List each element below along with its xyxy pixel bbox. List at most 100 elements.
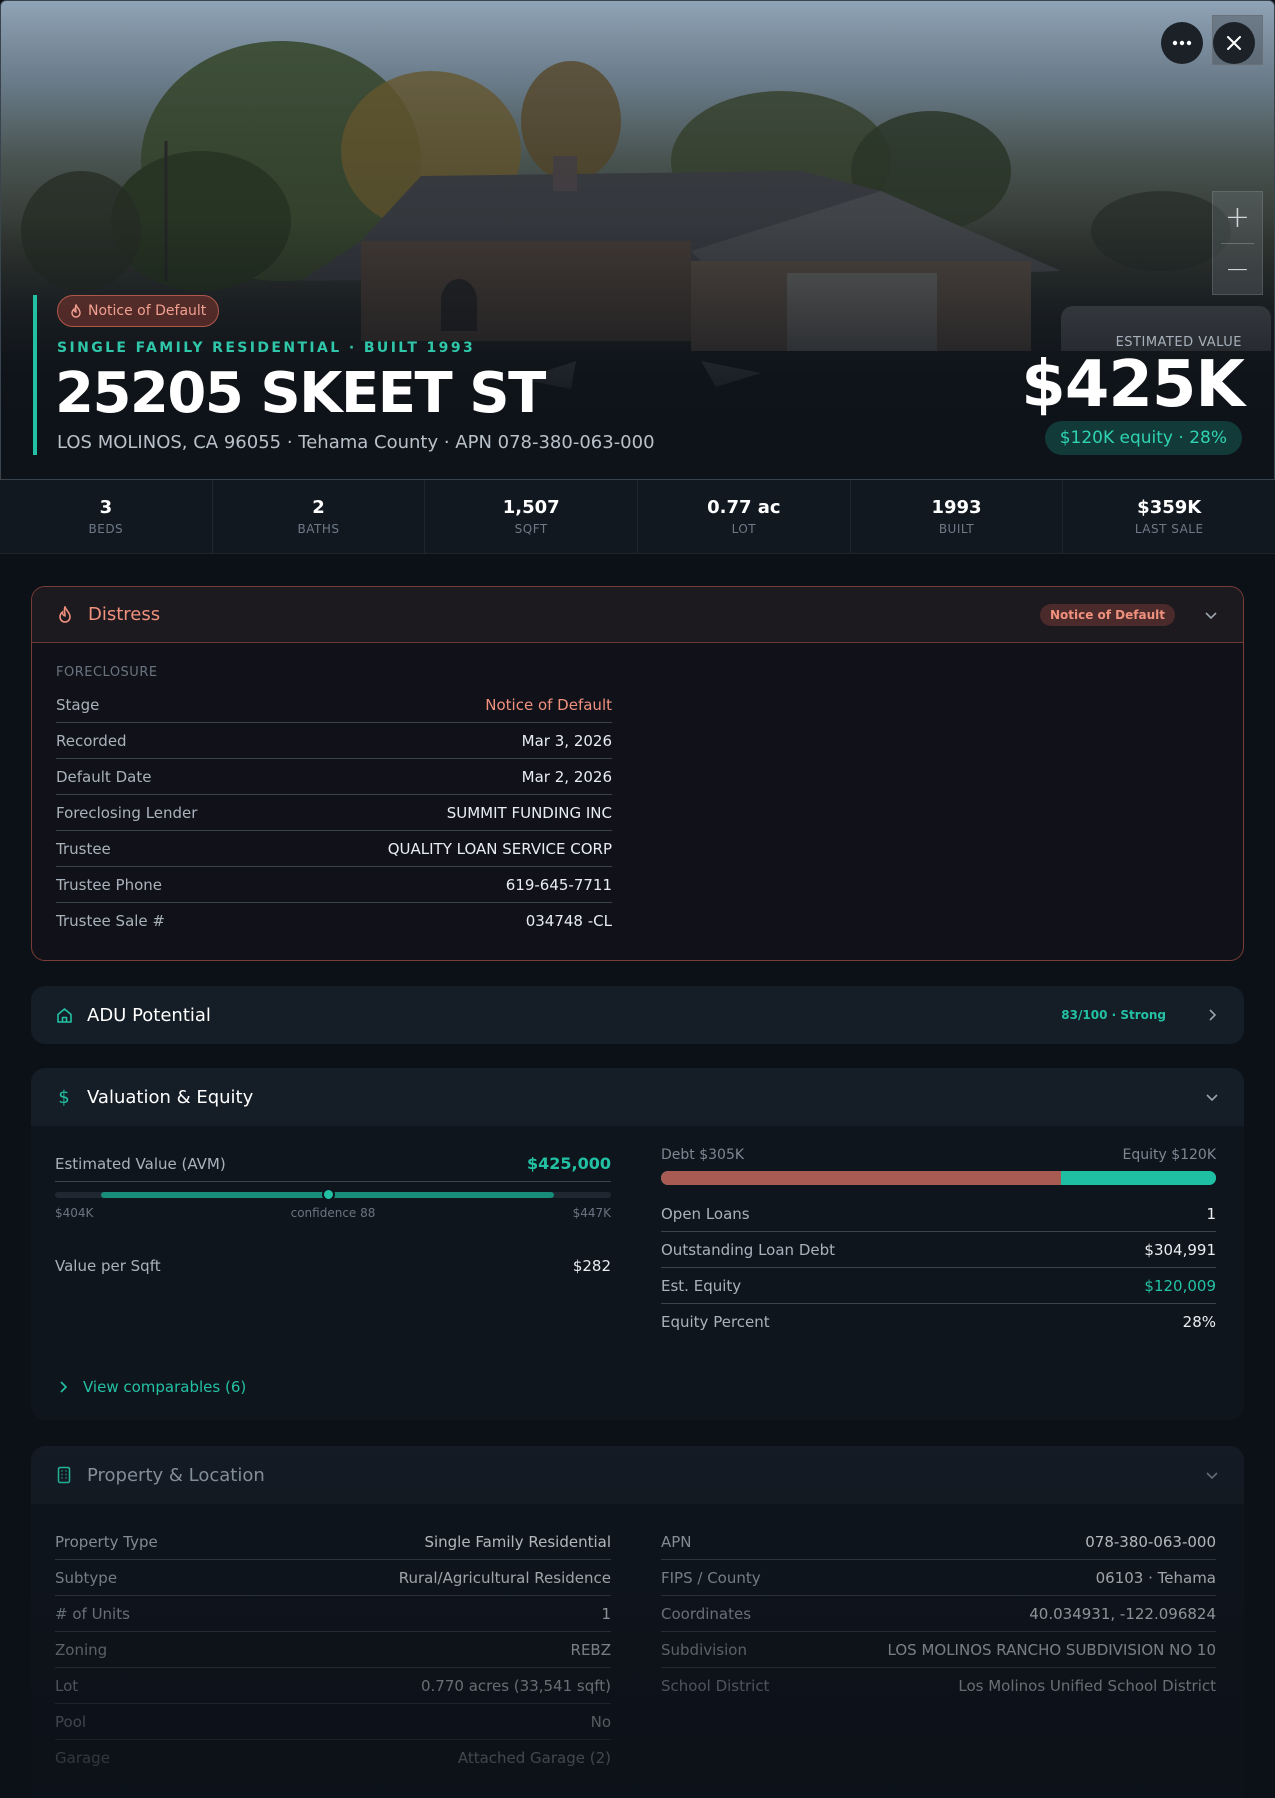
property-row: Subtype Rural/Agricultural Residence [55, 1560, 611, 1596]
loan-row-equity-percent: Equity Percent 28% [661, 1304, 1216, 1340]
zoom-out-button[interactable]: − [1213, 244, 1262, 295]
dollar-icon: $ [58, 1086, 70, 1108]
stat-label: SQFT [514, 522, 548, 536]
property-row: # of Units 1 [55, 1596, 611, 1632]
chevron-down-icon[interactable] [1204, 1467, 1220, 1483]
view-comparables-text: View comparables (6) [83, 1378, 247, 1396]
property-label: Subdivision [661, 1640, 747, 1659]
home-icon [55, 1006, 73, 1024]
value-per-sqft-value: $282 [572, 1257, 611, 1275]
property-label: Lot [55, 1676, 79, 1695]
value-per-sqft-label: Value per Sqft [55, 1257, 161, 1275]
property-subline: SINGLE FAMILY RESIDENTIAL · BUILT 1993 [57, 340, 476, 356]
equity-label: Equity $120K [1122, 1147, 1216, 1163]
adu-potential-section[interactable]: ADU Potential 83/100 · Strong [31, 986, 1244, 1044]
close-button[interactable] [1213, 22, 1255, 64]
property-row: FIPS / County 06103 · Tehama [661, 1560, 1216, 1596]
property-header[interactable]: Property & Location [31, 1446, 1244, 1504]
detail-row-recorded: Recorded Mar 3, 2026 [56, 723, 612, 759]
valuation-header[interactable]: $ Valuation & Equity [31, 1068, 1244, 1126]
property-value: Los Molinos Unified School District [958, 1677, 1216, 1695]
detail-value: SUMMIT FUNDING INC [446, 803, 612, 822]
detail-label: Trustee Sale # [56, 912, 165, 930]
property-row: Coordinates 40.034931, -122.096824 [661, 1596, 1216, 1632]
distress-header[interactable]: Distress Notice of Default [32, 587, 1243, 643]
detail-row-trustee-phone: Trustee Phone 619-645-7711 [56, 867, 612, 903]
property-value: 1 [601, 1604, 611, 1623]
stat-value: $359K [1137, 497, 1202, 518]
adu-header[interactable]: ADU Potential 83/100 · Strong [31, 986, 1244, 1044]
detail-value: QUALITY LOAN SERVICE CORP [387, 839, 612, 858]
property-row: Zoning REBZ [55, 1632, 611, 1668]
detail-value: 619-645-7711 [505, 875, 612, 894]
distress-section: Distress Notice of Default FORECLOSURE S… [31, 586, 1244, 961]
stat-label: BEDS [88, 522, 124, 536]
estimated-value: $425K [1021, 348, 1245, 422]
stat-lot: 0.77 ac LOT [638, 480, 851, 553]
view-comparables-link[interactable]: View comparables (6) [59, 1378, 246, 1396]
loan-value: 1 [1206, 1204, 1216, 1223]
property-value: LOS MOLINOS RANCHO SUBDIVISION NO 10 [887, 1640, 1216, 1659]
loan-label: Est. Equity [661, 1276, 742, 1295]
property-label: FIPS / County [661, 1568, 761, 1587]
stat-baths: 2 BATHS [213, 480, 426, 553]
detail-label: Trustee [56, 839, 111, 858]
property-value: REBZ [570, 1640, 611, 1659]
stat-beds: 3 BEDS [0, 480, 213, 553]
avm-range-high: $447K [572, 1206, 611, 1220]
value-per-sqft-row: Value per Sqft $282 [55, 1248, 611, 1284]
more-dots-icon [1172, 40, 1192, 46]
loan-row-est-equity: Est. Equity $120,009 [661, 1268, 1216, 1304]
loan-value: $120,009 [1144, 1276, 1216, 1295]
property-value: 078-380-063-000 [1085, 1532, 1216, 1551]
chevron-right-icon[interactable] [1204, 1007, 1220, 1023]
property-value: 40.034931, -122.096824 [1029, 1604, 1216, 1623]
debt-equity-bar [661, 1171, 1216, 1185]
close-icon [1227, 36, 1241, 50]
property-details-left: Property Type Single Family Residential S… [55, 1524, 611, 1776]
detail-row-trustee: Trustee QUALITY LOAN SERVICE CORP [56, 831, 612, 867]
stat-built: 1993 BUILT [851, 480, 1064, 553]
property-location-section: Property & Location Property Type Single … [31, 1446, 1244, 1798]
property-detail-panel: + − Notice of Default SINGLE FAMILY RESI… [0, 0, 1275, 1798]
detail-row-stage: Stage Notice of Default [56, 687, 612, 723]
street-view-zoom-control: + − [1212, 191, 1263, 295]
adu-title: ADU Potential [87, 1004, 211, 1026]
detail-label: Stage [56, 695, 100, 714]
property-value: 06103 · Tehama [1095, 1568, 1216, 1587]
hero-accent-bar [33, 295, 37, 455]
more-options-button[interactable] [1161, 22, 1203, 64]
valuation-equity-section: $ Valuation & Equity Estimated Value (AV… [31, 1068, 1244, 1420]
property-value: No [590, 1712, 611, 1731]
property-stats-bar: 3 BEDS 2 BATHS 1,507 SQFT 0.77 ac LOT 1993 BU… [0, 480, 1275, 554]
loan-row-outstanding-debt: Outstanding Loan Debt $304,991 [661, 1232, 1216, 1268]
status-badge: Notice of Default [57, 295, 220, 327]
flame-icon [71, 304, 81, 318]
property-address: 25205 SKEET ST [55, 361, 546, 426]
property-value: Attached Garage (2) [457, 1749, 611, 1767]
value-per-sqft-block: Value per Sqft $282 [55, 1248, 611, 1284]
detail-value: 034748 -CL [525, 912, 612, 930]
loan-value: $304,991 [1144, 1240, 1216, 1259]
detail-row-default-date: Default Date Mar 2, 2026 [56, 759, 612, 795]
detail-label: Default Date [56, 767, 152, 786]
detail-row-lender: Foreclosing Lender SUMMIT FUNDING INC [56, 795, 612, 831]
chevron-down-icon[interactable] [1204, 1089, 1220, 1105]
stat-label: BATHS [297, 522, 340, 536]
property-details-right: APN 078-380-063-000 FIPS / County 06103 · … [661, 1524, 1216, 1704]
avm-value: $425,000 [526, 1154, 611, 1173]
loan-label: Equity Percent [661, 1313, 770, 1331]
chevron-down-icon[interactable] [1203, 607, 1219, 623]
stat-value: 3 [99, 497, 113, 518]
distress-badge: Notice of Default [1039, 604, 1175, 626]
property-row: Property Type Single Family Residential [55, 1524, 611, 1560]
property-row: Pool No [55, 1704, 611, 1740]
detail-value: Notice of Default [485, 695, 612, 714]
property-row: School District Los Molinos Unified Schoo… [661, 1668, 1216, 1704]
hero-street-view[interactable]: + − Notice of Default SINGLE FAMILY RESI… [0, 0, 1275, 480]
property-label: # of Units [55, 1604, 130, 1623]
zoom-in-button[interactable]: + [1213, 192, 1262, 243]
loan-value: 28% [1182, 1313, 1216, 1331]
distress-title: Distress [88, 604, 161, 625]
stat-label: LAST SALE [1134, 522, 1204, 536]
